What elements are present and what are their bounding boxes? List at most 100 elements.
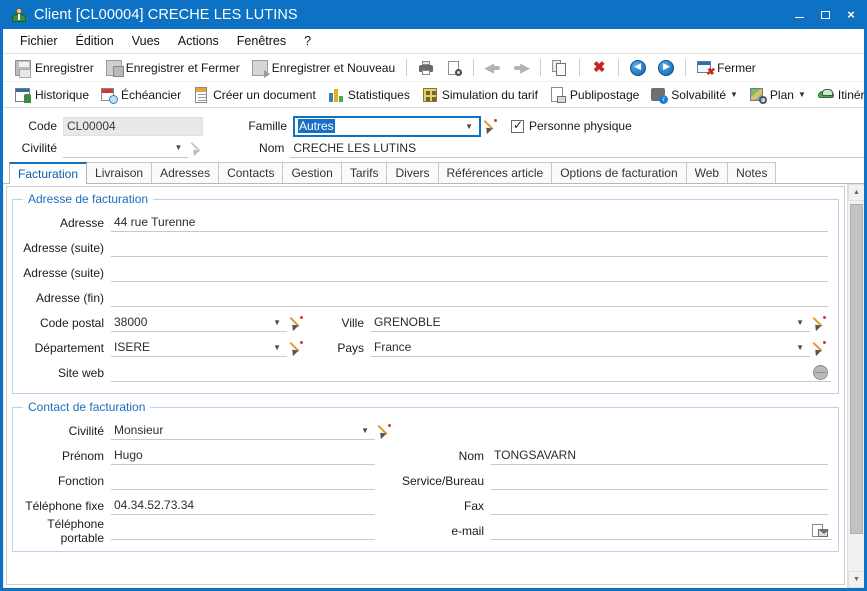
close-record-button[interactable]: ✖ Fermer xyxy=(691,57,762,79)
adresse-fin-input[interactable] xyxy=(111,288,828,307)
pays-combobox[interactable]: France ▼ xyxy=(371,338,810,357)
previous-record-button[interactable] xyxy=(624,57,652,79)
redo-button[interactable] xyxy=(507,57,535,79)
solvabilite-button[interactable]: i Solvabilité ▼ xyxy=(645,84,744,106)
code-postal-label: Code postal xyxy=(39,315,104,330)
adresse-suite-1-input[interactable] xyxy=(111,238,828,257)
print-preview-button[interactable] xyxy=(440,57,468,79)
code-postal-combobox[interactable]: 38000 ▼ xyxy=(111,313,287,332)
save-and-new-icon xyxy=(251,59,270,78)
next-record-button[interactable] xyxy=(652,57,680,79)
contact-service-bureau-input[interactable] xyxy=(491,471,828,490)
copy-button[interactable] xyxy=(546,57,574,79)
header-row-1: Code CL00004 Famille Autres ▼ Personne p… xyxy=(3,115,864,137)
civilite-combobox[interactable]: ▼ xyxy=(63,139,189,158)
tab-notes[interactable]: Notes xyxy=(727,162,777,183)
print-button[interactable] xyxy=(412,57,440,79)
contact-telephone-portable-input[interactable] xyxy=(111,521,375,540)
chevron-down-icon[interactable]: ▼ xyxy=(358,426,372,435)
minimize-button[interactable] xyxy=(786,0,812,29)
contact-email-input[interactable] xyxy=(491,521,832,540)
famille-combobox[interactable]: Autres ▼ xyxy=(293,115,481,137)
famille-edit-pencil-icon[interactable] xyxy=(483,118,499,135)
chevron-down-icon[interactable]: ▼ xyxy=(462,122,476,131)
tab-livraison[interactable]: Livraison xyxy=(86,162,153,183)
chevron-down-icon[interactable]: ▼ xyxy=(270,318,284,327)
save-and-close-label: Enregistrer et Fermer xyxy=(125,60,240,75)
contact-prenom-label: Prénom xyxy=(61,448,104,463)
tab-gestion[interactable]: Gestion xyxy=(282,162,342,183)
delete-button[interactable]: ✖ xyxy=(585,57,613,79)
tab-options-de-facturation[interactable]: Options de facturation xyxy=(551,162,687,183)
echeancier-button[interactable]: Échéancier xyxy=(95,84,187,106)
statistiques-button[interactable]: Statistiques xyxy=(322,84,416,106)
tab-tarifs[interactable]: Tarifs xyxy=(340,162,388,183)
chevron-down-icon[interactable]: ▼ xyxy=(793,343,807,352)
scrollbar-thumb[interactable] xyxy=(850,204,863,534)
history-icon xyxy=(15,87,31,103)
scroll-up-button[interactable]: ▲ xyxy=(848,184,864,201)
nom-field[interactable]: CRECHE LES LUTINS xyxy=(290,139,864,158)
contact-prenom-input[interactable]: Hugo xyxy=(111,446,375,465)
previous-record-icon xyxy=(630,59,647,76)
personne-physique-checkbox[interactable] xyxy=(511,118,524,133)
window-title: Client [CL00004] CRECHE LES LUTINS xyxy=(34,6,298,23)
departement-combobox[interactable]: ISERE ▼ xyxy=(111,338,287,357)
tab-web[interactable]: Web xyxy=(685,162,729,183)
maximize-button[interactable] xyxy=(812,0,838,29)
vertical-scrollbar[interactable]: ▲ ▼ xyxy=(847,184,864,588)
menu-item-actions[interactable]: Actions xyxy=(169,31,228,51)
save-and-close-button[interactable]: Enregistrer et Fermer xyxy=(100,57,246,79)
ville-edit-pencil-icon[interactable] xyxy=(812,315,828,331)
close-button[interactable]: × xyxy=(838,0,864,29)
menu-item-edition[interactable]: Édition xyxy=(67,31,123,51)
nom-label: Nom xyxy=(259,141,285,155)
chevron-down-icon[interactable]: ▼ xyxy=(793,318,807,327)
code-postal-edit-pencil-icon[interactable] xyxy=(289,315,305,331)
contact-fax-input[interactable] xyxy=(491,496,828,515)
plan-button[interactable]: Plan ▼ xyxy=(744,84,812,106)
contact-fonction-input[interactable] xyxy=(111,471,375,490)
contact-telephone-fixe-input[interactable]: 04.34.52.73.34 xyxy=(111,496,375,515)
tab-references-article[interactable]: Références article xyxy=(437,162,553,183)
itineraire-button[interactable]: Itinéraire ▼ xyxy=(812,84,864,106)
menu-item-fichier[interactable]: Fichier xyxy=(11,31,67,51)
itineraire-label: Itinéraire xyxy=(837,87,864,102)
publipostage-button[interactable]: Publipostage xyxy=(544,84,645,106)
ville-combobox[interactable]: GRENOBLE ▼ xyxy=(371,313,810,332)
adresse-suite-2-input[interactable] xyxy=(111,263,828,282)
chevron-down-icon[interactable]: ▼ xyxy=(171,143,185,152)
adresse-input[interactable]: 44 rue Turenne xyxy=(111,213,828,232)
menu-item-fenetres[interactable]: Fenêtres xyxy=(228,31,295,51)
site-web-input[interactable] xyxy=(111,363,831,382)
contact-civilite-combobox[interactable]: Monsieur ▼ xyxy=(111,421,375,440)
undo-button[interactable] xyxy=(479,57,507,79)
personne-physique-checkbox-row[interactable]: Personne physique xyxy=(511,118,632,133)
tab-facturation[interactable]: Facturation xyxy=(9,162,88,184)
simulation-tarif-label: Simulation du tarif xyxy=(441,87,538,102)
adresse-de-facturation-title: Adresse de facturation xyxy=(23,192,154,206)
tab-divers[interactable]: Divers xyxy=(386,162,439,183)
departement-edit-pencil-icon[interactable] xyxy=(289,340,305,356)
email-icon[interactable] xyxy=(812,524,829,537)
save-and-new-button[interactable]: Enregistrer et Nouveau xyxy=(246,57,401,79)
chevron-down-icon[interactable]: ▼ xyxy=(270,343,284,352)
menu-item-help[interactable]: ? xyxy=(295,31,320,51)
globe-icon[interactable] xyxy=(813,365,828,380)
tab-contacts[interactable]: Contacts xyxy=(218,162,284,183)
pays-edit-pencil-icon[interactable] xyxy=(812,340,828,356)
historique-button[interactable]: Historique xyxy=(9,84,95,106)
menu-item-vues[interactable]: Vues xyxy=(123,31,169,51)
famille-value: Autres xyxy=(298,119,335,133)
simulation-tarif-button[interactable]: Simulation du tarif xyxy=(416,84,544,106)
contact-civilite-edit-pencil-icon[interactable] xyxy=(377,423,393,439)
scroll-down-button[interactable]: ▼ xyxy=(848,571,864,588)
contact-civilite-value: Monsieur xyxy=(114,423,164,437)
contact-fonction-label: Fonction xyxy=(57,473,104,488)
save-button[interactable]: Enregistrer xyxy=(9,57,100,79)
civilite-edit-pencil-icon[interactable] xyxy=(190,140,206,157)
contact-nom-input[interactable]: TONGSAVARN xyxy=(491,446,828,465)
secondary-toolbar: Historique Échéancier Créer un document … xyxy=(3,81,864,108)
tab-adresses[interactable]: Adresses xyxy=(151,162,220,183)
creer-document-button[interactable]: Créer un document xyxy=(187,84,322,106)
